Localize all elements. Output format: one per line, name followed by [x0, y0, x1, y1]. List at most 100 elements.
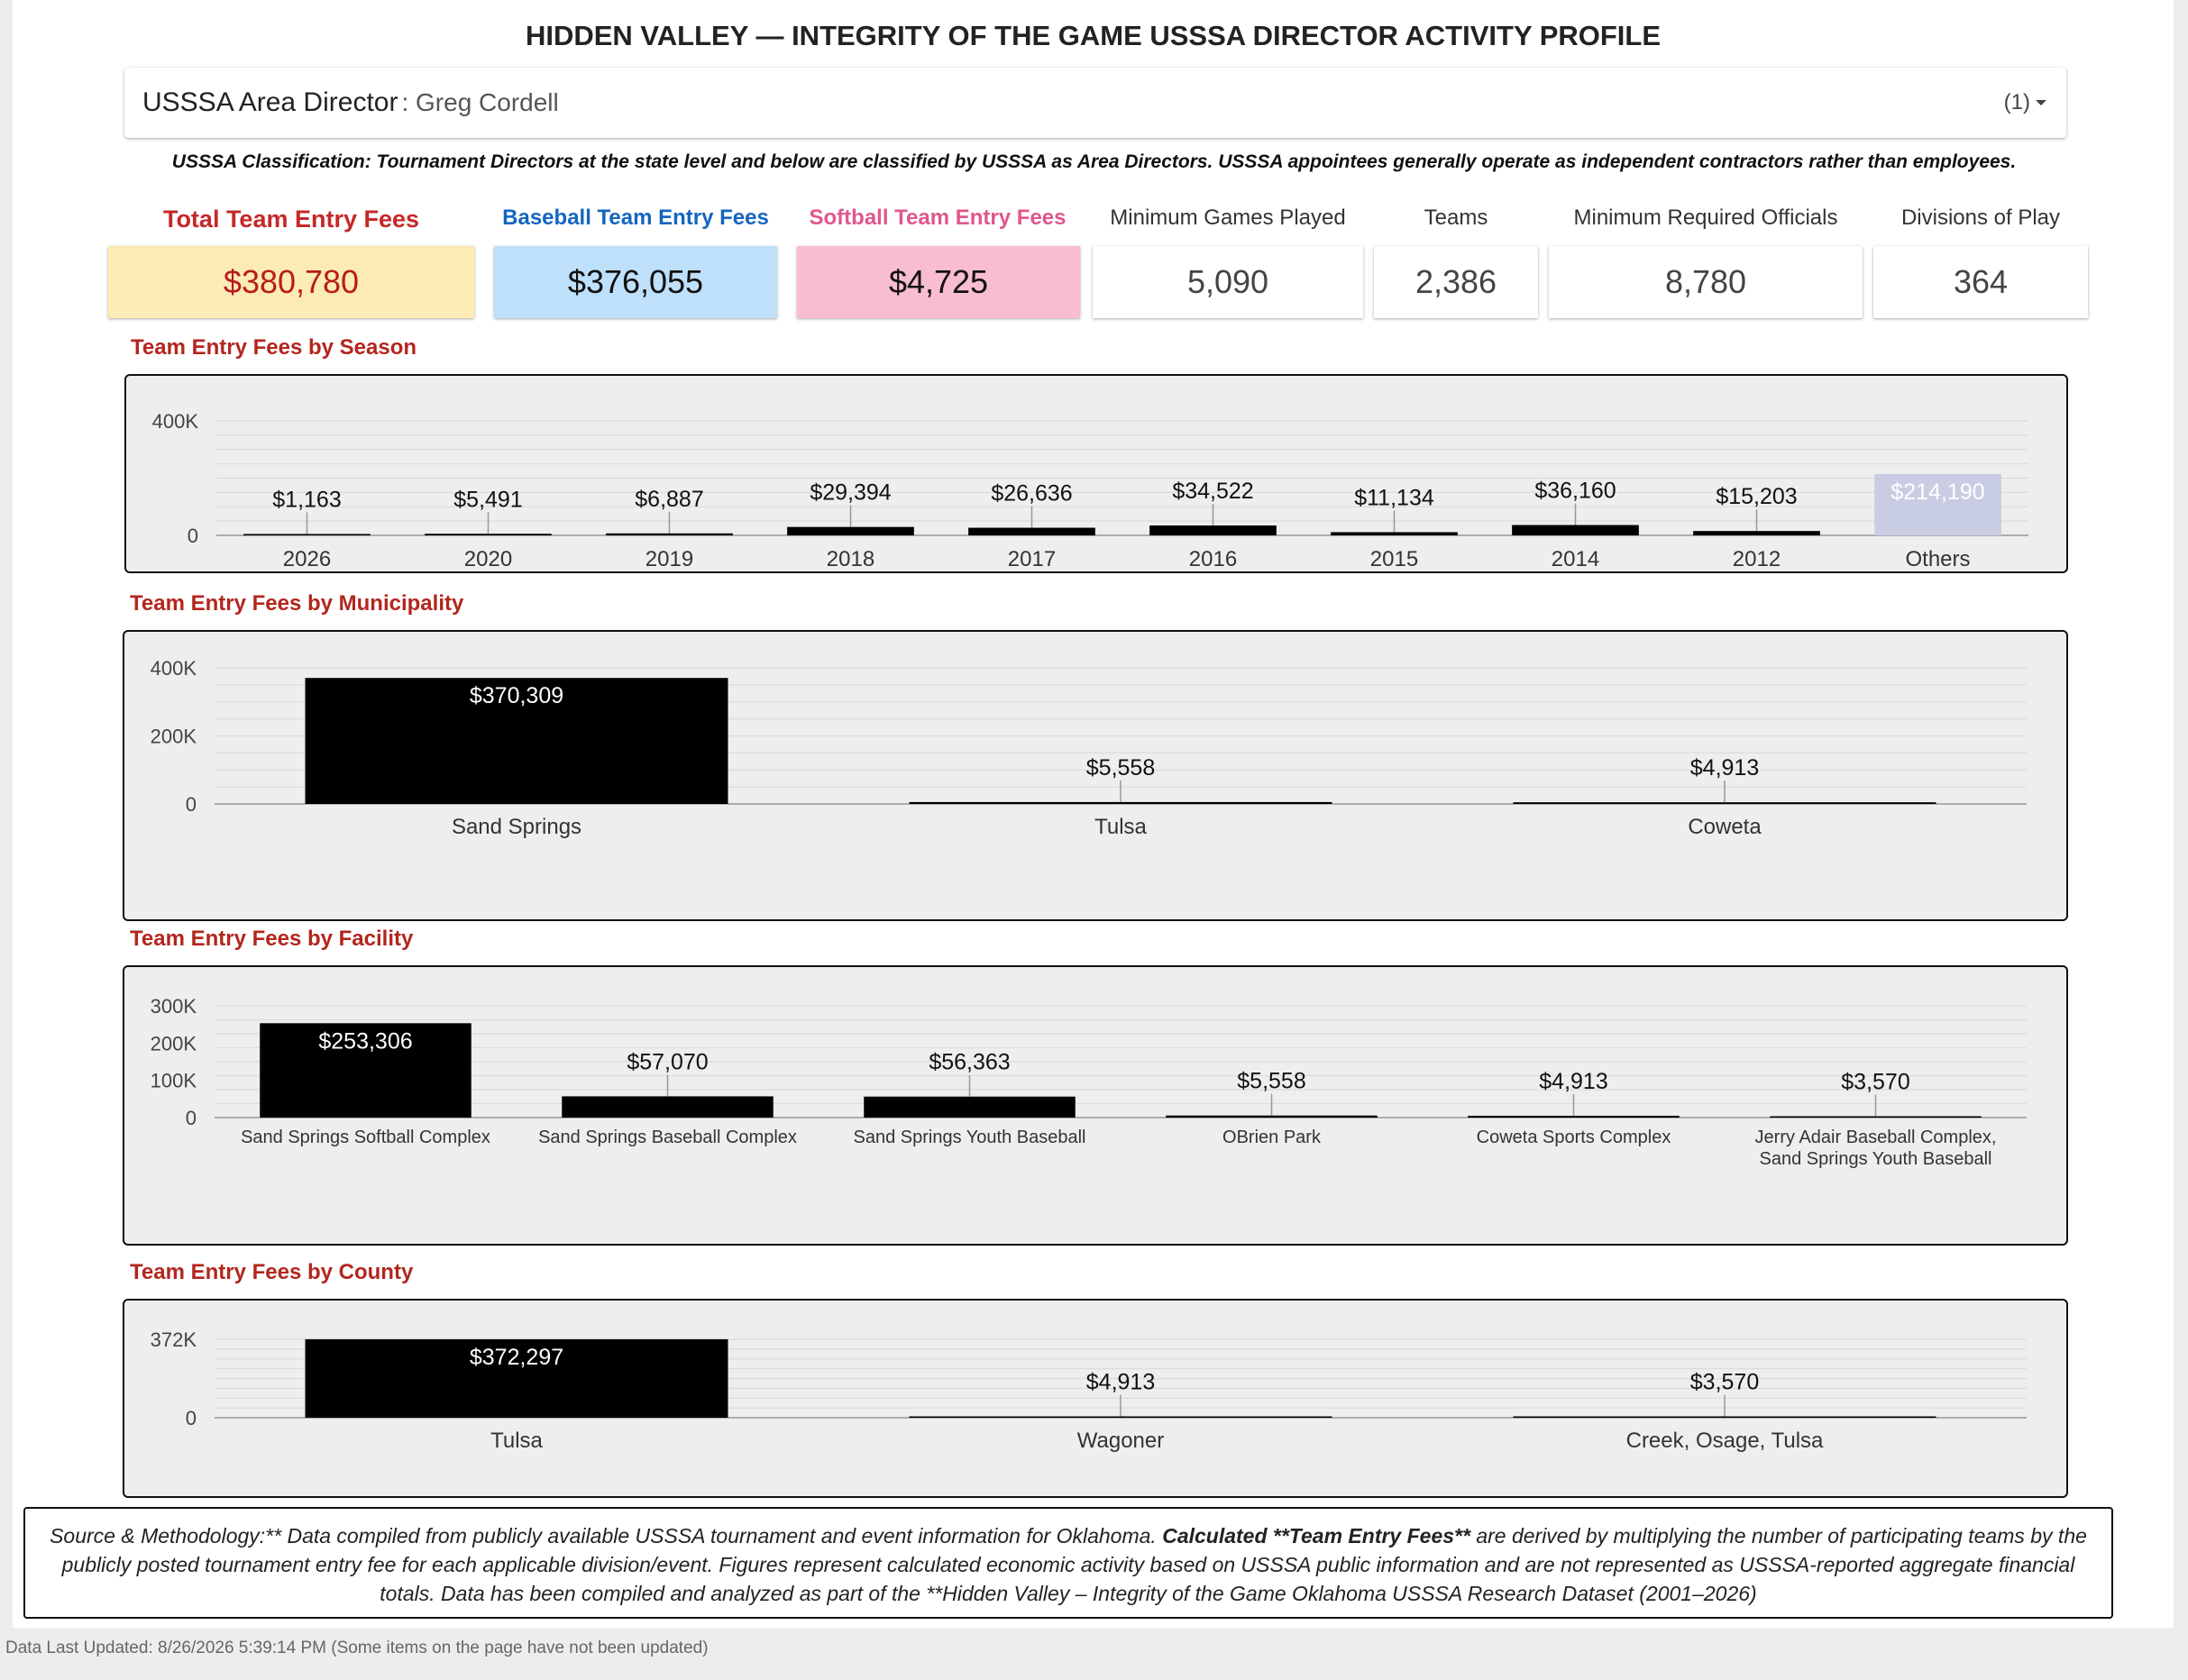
x-tick-label: 2019 — [645, 547, 693, 571]
season-bar-chart: 0 400K $1,163 2026 $5,491 2020 $6,887 2019 $29,3… — [152, 410, 2028, 571]
director-filter-dropdown[interactable]: USSSA Area Director : Greg Cordell (1) — [124, 68, 2066, 138]
bar-season-1[interactable] — [425, 534, 552, 535]
x-tick-label: Coweta Sports Complex — [1477, 1128, 1671, 1147]
data-label: $5,558 — [1086, 755, 1155, 781]
data-label: $372,297 — [470, 1345, 563, 1370]
data-label: $4,913 — [1539, 1069, 1607, 1094]
kpi-officials-label: Minimum Required Officials — [1573, 205, 1838, 230]
bar-facility-4[interactable] — [1468, 1115, 1680, 1118]
x-tick-label: Coweta — [1688, 815, 1762, 839]
bar-season-3[interactable] — [787, 526, 914, 535]
x-tick-label: 2018 — [827, 547, 874, 571]
page-title: HIDDEN VALLEY — INTEGRITY OF THE GAME US… — [525, 20, 1662, 51]
y-tick-label: 200K — [151, 726, 197, 748]
classification-note: USSSA Classification: Tournament Directo… — [171, 151, 2017, 172]
facility-chart-panel: 0 100K 200K 300K $253,306 Sand Springs Softba… — [123, 965, 2068, 1246]
x-tick-label: 2015 — [1370, 547, 1418, 571]
kpi-total-value-box: $380,780 — [108, 246, 474, 318]
bar-season-8[interactable] — [1693, 531, 1820, 535]
x-tick-label: Sand Springs Youth Baseball — [854, 1128, 1086, 1147]
kpi-divisions-value: 364 — [1953, 263, 2009, 300]
x-tick-label: Sand Springs Youth Baseball — [1760, 1149, 1992, 1169]
data-label: $4,913 — [1086, 1370, 1155, 1395]
y-tick-label: 400K — [151, 657, 197, 680]
data-label: $253,306 — [318, 1028, 412, 1054]
y-tick-label: 0 — [186, 793, 197, 816]
data-label: $1,163 — [272, 488, 341, 513]
kpi-officials-value-box: 8,780 — [1549, 246, 1863, 318]
x-tick-label: Jerry Adair Baseball Complex, — [1755, 1128, 1997, 1147]
municipality-chart-title: Team Entry Fees by Municipality — [130, 591, 464, 616]
chevron-down-icon[interactable] — [2036, 100, 2046, 105]
bar-facility-1[interactable] — [562, 1096, 774, 1118]
y-tick-label: 200K — [151, 1032, 197, 1055]
data-label: $11,134 — [1354, 485, 1434, 510]
data-label: $370,309 — [470, 683, 563, 708]
y-tick-label: 0 — [186, 1407, 197, 1429]
kpi-games-value: 5,090 — [1186, 263, 1269, 300]
kpi-softball-label: Softball Team Entry Fees — [809, 205, 1067, 230]
bar-municipality-1[interactable] — [909, 801, 1332, 804]
kpi-baseball-label: Baseball Team Entry Fees — [502, 205, 769, 230]
data-label: $214,190 — [1890, 479, 1984, 505]
kpi-baseball-value: $376,055 — [567, 263, 704, 300]
director-filter-value: : Greg Cordell — [401, 88, 559, 116]
bar-county-1[interactable] — [909, 1416, 1332, 1419]
bar-season-7[interactable] — [1512, 525, 1639, 535]
bar-season-2[interactable] — [606, 533, 733, 535]
bar-facility-5[interactable] — [1770, 1116, 1982, 1118]
last-updated-text: Data Last Updated: 8/26/2026 5:39:14 PM … — [5, 1639, 709, 1657]
methodology-text-1: Source & Methodology:** Data compiled fr… — [50, 1524, 1163, 1548]
x-tick-label: 2020 — [464, 547, 512, 571]
bar-municipality-2[interactable] — [1513, 802, 1936, 804]
x-tick-label: Tulsa — [1094, 815, 1147, 839]
y-tick-label: 0 — [186, 1107, 197, 1129]
kpi-teams-value: 2,386 — [1414, 263, 1497, 300]
data-label: $6,887 — [635, 487, 703, 512]
x-tick-label: Others — [1905, 547, 1970, 571]
bar-season-0[interactable] — [243, 534, 371, 536]
county-bar-chart: 0 372K $372,297 Tulsa $4,913 Wagoner $3,570 Cre… — [151, 1328, 2027, 1453]
kpi-softball-value-box: $4,725 — [797, 246, 1080, 318]
bar-county-2[interactable] — [1513, 1416, 1936, 1419]
data-label: $5,558 — [1237, 1069, 1305, 1094]
x-tick-label: Sand Springs Baseball Complex — [538, 1128, 797, 1147]
bar-season-5[interactable] — [1149, 525, 1277, 535]
y-tick-label: 0 — [188, 525, 198, 547]
x-tick-label: Sand Springs — [452, 815, 581, 839]
x-tick-label: 2016 — [1189, 547, 1237, 571]
facility-chart-title: Team Entry Fees by Facility — [130, 927, 414, 951]
data-label: $3,570 — [1690, 1370, 1759, 1395]
x-tick-label: Sand Springs Softball Complex — [241, 1128, 490, 1147]
kpi-teams-label: Teams — [1424, 205, 1488, 230]
season-chart-panel: 0 400K $1,163 2026 $5,491 2020 $6,887 2019 $29,3… — [124, 374, 2068, 573]
x-tick-label: 2026 — [283, 547, 331, 571]
kpi-total-value: $380,780 — [223, 263, 360, 300]
y-tick-label: 300K — [151, 995, 197, 1018]
bar-facility-2[interactable] — [864, 1096, 1076, 1118]
y-tick-label: 100K — [151, 1070, 197, 1092]
municipality-bar-chart: 0 200K 400K $370,309 Sand Springs $5,558 Tulsa… — [151, 657, 2027, 839]
data-label: $34,522 — [1172, 479, 1253, 504]
county-chart-title: Team Entry Fees by County — [130, 1260, 414, 1284]
bar-season-4[interactable] — [968, 527, 1095, 535]
x-tick-label: Tulsa — [490, 1429, 543, 1453]
data-label: $4,913 — [1690, 755, 1759, 781]
data-label: $36,160 — [1534, 479, 1616, 504]
bar-season-6[interactable] — [1331, 532, 1458, 535]
kpi-games-value-box: 5,090 — [1093, 246, 1363, 318]
data-label: $5,491 — [453, 487, 522, 512]
x-tick-label: 2012 — [1733, 547, 1781, 571]
director-filter-label: USSSA Area Director — [142, 87, 398, 117]
x-tick-label: Creek, Osage, Tulsa — [1626, 1429, 1824, 1453]
x-tick-label: 2017 — [1008, 547, 1056, 571]
kpi-softball-value: $4,725 — [888, 263, 989, 300]
data-label: $29,394 — [810, 480, 891, 506]
county-chart-panel: 0 372K $372,297 Tulsa $4,913 Wagoner $3,570 Cre… — [123, 1299, 2068, 1498]
kpi-officials-value: 8,780 — [1664, 263, 1747, 300]
kpi-divisions-value-box: 364 — [1873, 246, 2088, 318]
bar-facility-3[interactable] — [1166, 1115, 1378, 1118]
x-tick-label: Wagoner — [1077, 1429, 1165, 1453]
facility-bar-chart: 0 100K 200K 300K $253,306 Sand Springs Softba… — [151, 995, 2027, 1169]
director-filter-count: (1) — [2003, 90, 2030, 114]
